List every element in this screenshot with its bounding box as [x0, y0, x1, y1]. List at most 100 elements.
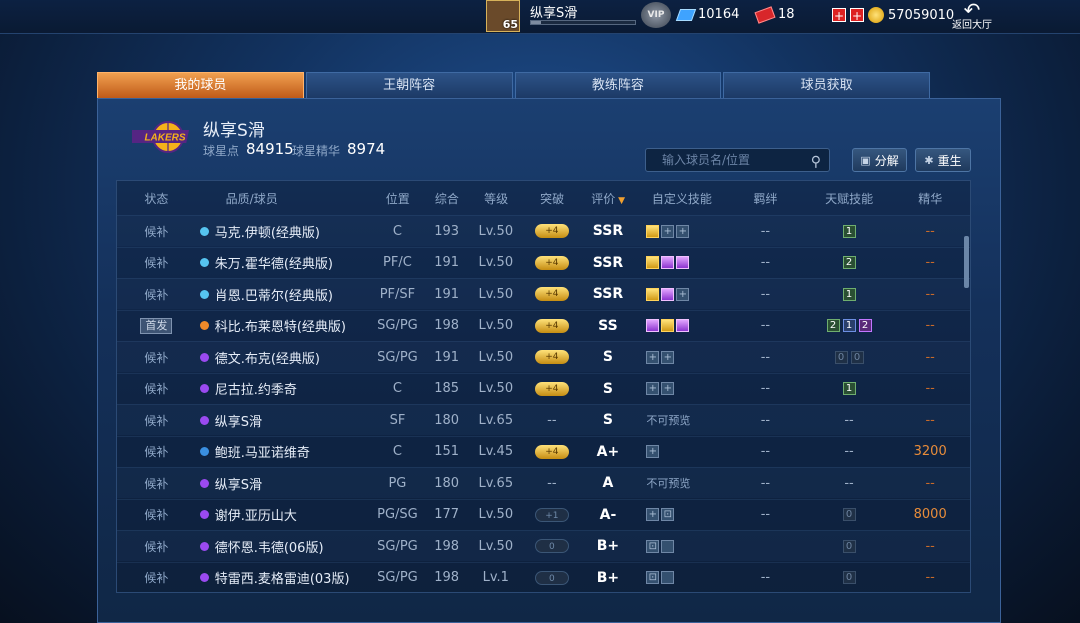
table-row[interactable]: 候补 朱万.霍华德(经典版) PF/C 191 Lv.50 +4 SSR -- 2 --	[117, 246, 970, 278]
player-name-cell[interactable]: 肖恩.巴蒂尔(经典版)	[196, 285, 363, 304]
vip-badge[interactable]: VIP	[641, 2, 671, 28]
back-to-lobby-button[interactable]: ↶ 返回大厅	[950, 0, 994, 34]
ticket-counter[interactable]: 18	[754, 5, 795, 24]
talent-badge[interactable]: 1	[842, 224, 856, 238]
col-overall[interactable]: 综合	[432, 181, 462, 215]
diamond-value: 10164	[698, 7, 740, 22]
gold-skill-icon[interactable]	[661, 319, 675, 332]
decompose-button[interactable]: ▣ 分解	[852, 148, 907, 172]
talent-badge[interactable]: 0	[850, 350, 864, 364]
player-name-cell[interactable]: 特雷西.麦格雷迪(03版)	[196, 568, 363, 587]
add-skill-icon[interactable]: +	[661, 350, 675, 364]
add-skill-icon[interactable]: +	[661, 382, 675, 395]
table-row[interactable]: 候补 德怀恩.韦德(06版) SG/PG 198 Lv.50 0 B+ ⊡ 0 --	[117, 530, 970, 561]
talent-badge[interactable]: 1	[842, 287, 856, 301]
player-name-cell[interactable]: 马克.伊顿(经典版)	[196, 222, 363, 241]
talent-badge[interactable]: 2	[842, 256, 856, 269]
bond-value: --	[760, 412, 771, 428]
player-name-cell[interactable]: 谢伊.亚历山大	[196, 505, 363, 524]
essence-value: --	[925, 412, 935, 428]
diamond-icon	[675, 8, 697, 21]
table-row[interactable]: 候补 纵享S滑 SF 180 Lv.65 -- S 不可预览 -- -- --	[117, 404, 970, 435]
breakthrough-badge: +4	[534, 255, 569, 270]
player-name-cell[interactable]: 纵享S滑	[196, 411, 363, 430]
col-custom-skill[interactable]: 自定义技能	[643, 181, 722, 215]
player-name: 纵享S滑	[214, 477, 262, 493]
table-row[interactable]: 候补 肖恩.巴蒂尔(经典版) PF/SF 191 Lv.50 +4 SSR + -- 1 --	[117, 278, 970, 309]
add-skill-icon[interactable]: +	[661, 224, 675, 238]
table-row[interactable]: 候补 尼古拉.约季奇 C 185 Lv.50 +4 S + + -- 1 --	[117, 372, 970, 404]
quality-dot-icon	[199, 415, 209, 425]
purple-skill-icon[interactable]	[676, 256, 690, 269]
table-scrollbar[interactable]	[964, 236, 969, 288]
talent-badge[interactable]: 1	[842, 319, 856, 332]
talent-badge[interactable]: 2	[826, 319, 840, 332]
purple-skill-icon[interactable]	[676, 319, 690, 332]
player-name-cell[interactable]: 德怀恩.韦德(06版)	[196, 537, 363, 556]
add-skill-icon[interactable]: +	[646, 445, 660, 458]
player-name-cell[interactable]: 纵享S滑	[196, 474, 363, 493]
purple-skill-icon[interactable]	[661, 287, 675, 301]
diamond-counter[interactable]: 10164	[675, 7, 740, 22]
add-skill-icon[interactable]: +	[676, 287, 690, 301]
table-row[interactable]: 首发 科比.布莱恩特(经典版) SG/PG 198 Lv.50 +4 SS -- 2 1 2 --	[117, 309, 970, 341]
player-name-cell[interactable]: 鲍班.马亚诺维奇	[196, 442, 363, 461]
col-bond[interactable]: 羁绊	[721, 181, 810, 215]
col-status[interactable]: 状态	[117, 181, 196, 215]
tab-player-acquire[interactable]: 球员获取	[723, 72, 930, 98]
purple-skill-icon[interactable]	[646, 319, 660, 332]
tab-my-players[interactable]: 我的球员	[97, 72, 304, 98]
player-overall: 198	[434, 538, 460, 554]
col-level[interactable]: 等级	[462, 181, 531, 215]
col-grade[interactable]: 评价 ▼	[574, 181, 643, 215]
player-name-cell[interactable]: 尼古拉.约季奇	[196, 379, 363, 398]
purple-skill-icon[interactable]	[661, 256, 675, 269]
add-icon[interactable]: +	[832, 8, 846, 23]
col-position[interactable]: 位置	[363, 181, 432, 215]
table-row[interactable]: 候补 马克.伊顿(经典版) C 193 Lv.50 +4 SSR + + -- 1 --	[117, 215, 970, 246]
col-player[interactable]: 品质/球员	[196, 181, 364, 215]
bond-value: --	[760, 570, 771, 585]
breakthrough-cell: +4	[530, 287, 573, 301]
status-text: 候补	[144, 382, 169, 396]
decompose-label: 分解	[874, 153, 899, 168]
player-name-cell[interactable]: 朱万.霍华德(经典版)	[196, 253, 363, 272]
add-icon-2[interactable]: +	[850, 8, 864, 23]
add-skill-icon[interactable]: +	[646, 508, 660, 521]
player-avatar[interactable]: 65	[486, 0, 520, 32]
player-name: 纵享S滑	[214, 414, 262, 430]
rebirth-button[interactable]: ✱ 重生	[915, 148, 971, 172]
add-skill-icon[interactable]: +	[676, 224, 690, 238]
table-row[interactable]: 候补 德文.布克(经典版) SG/PG 191 Lv.50 +4 S + + -- 0 0 --	[117, 341, 970, 372]
col-talent[interactable]: 天赋技能	[810, 181, 889, 215]
tab-coach-lineup[interactable]: 教练阵容	[514, 72, 722, 98]
col-breakthrough[interactable]: 突破	[530, 181, 573, 215]
search-icon[interactable]: ⚲	[811, 151, 821, 173]
empty-skill-slot	[661, 571, 675, 584]
quality-dot-icon	[199, 573, 209, 582]
gold-skill-icon[interactable]	[646, 256, 660, 269]
talent-badge[interactable]: 2	[858, 319, 872, 332]
table-row[interactable]: 候补 特雷西.麦格雷迪(03版) SG/PG 198 Lv.1 0 B+ ⊡ -- 0 --	[117, 561, 970, 593]
tab-dynasty-lineup[interactable]: 王朝阵容	[305, 72, 513, 98]
player-name-cell[interactable]: 德文.布克(经典版)	[196, 348, 363, 367]
status-cell: 候补	[117, 506, 196, 523]
talent-badge[interactable]: 0	[834, 350, 848, 364]
coin-counter[interactable]: + + 57059010	[832, 7, 954, 23]
talent-badge[interactable]: 0	[842, 508, 856, 521]
gold-skill-icon[interactable]	[646, 287, 660, 301]
player-search-input[interactable]: 输入球员名/位置 ⚲	[645, 148, 830, 172]
gold-skill-icon[interactable]	[646, 224, 660, 238]
add-skill-icon[interactable]: +	[646, 382, 660, 395]
table-row[interactable]: 候补 鲍班.马亚诺维奇 C 151 Lv.45 +4 A+ + -- -- 3200	[117, 435, 970, 467]
talent-badge[interactable]: 0	[842, 571, 856, 584]
talent-badge[interactable]: 1	[842, 382, 856, 395]
col-essence[interactable]: 精华	[888, 181, 970, 215]
skill-unavailable-text: 不可预览	[646, 414, 691, 427]
table-row[interactable]: 候补 纵享S滑 PG 180 Lv.65 -- A 不可预览 -- -- --	[117, 467, 970, 498]
table-row[interactable]: 候补 谢伊.亚历山大 PG/SG 177 Lv.50 +1 A- + ⊡ -- 0 8000	[117, 498, 970, 530]
talent-badge[interactable]: 0	[842, 539, 856, 553]
lock-icon: ⊡	[646, 539, 660, 553]
add-skill-icon[interactable]: +	[646, 350, 660, 364]
player-name-cell[interactable]: 科比.布莱恩特(经典版)	[196, 316, 363, 335]
